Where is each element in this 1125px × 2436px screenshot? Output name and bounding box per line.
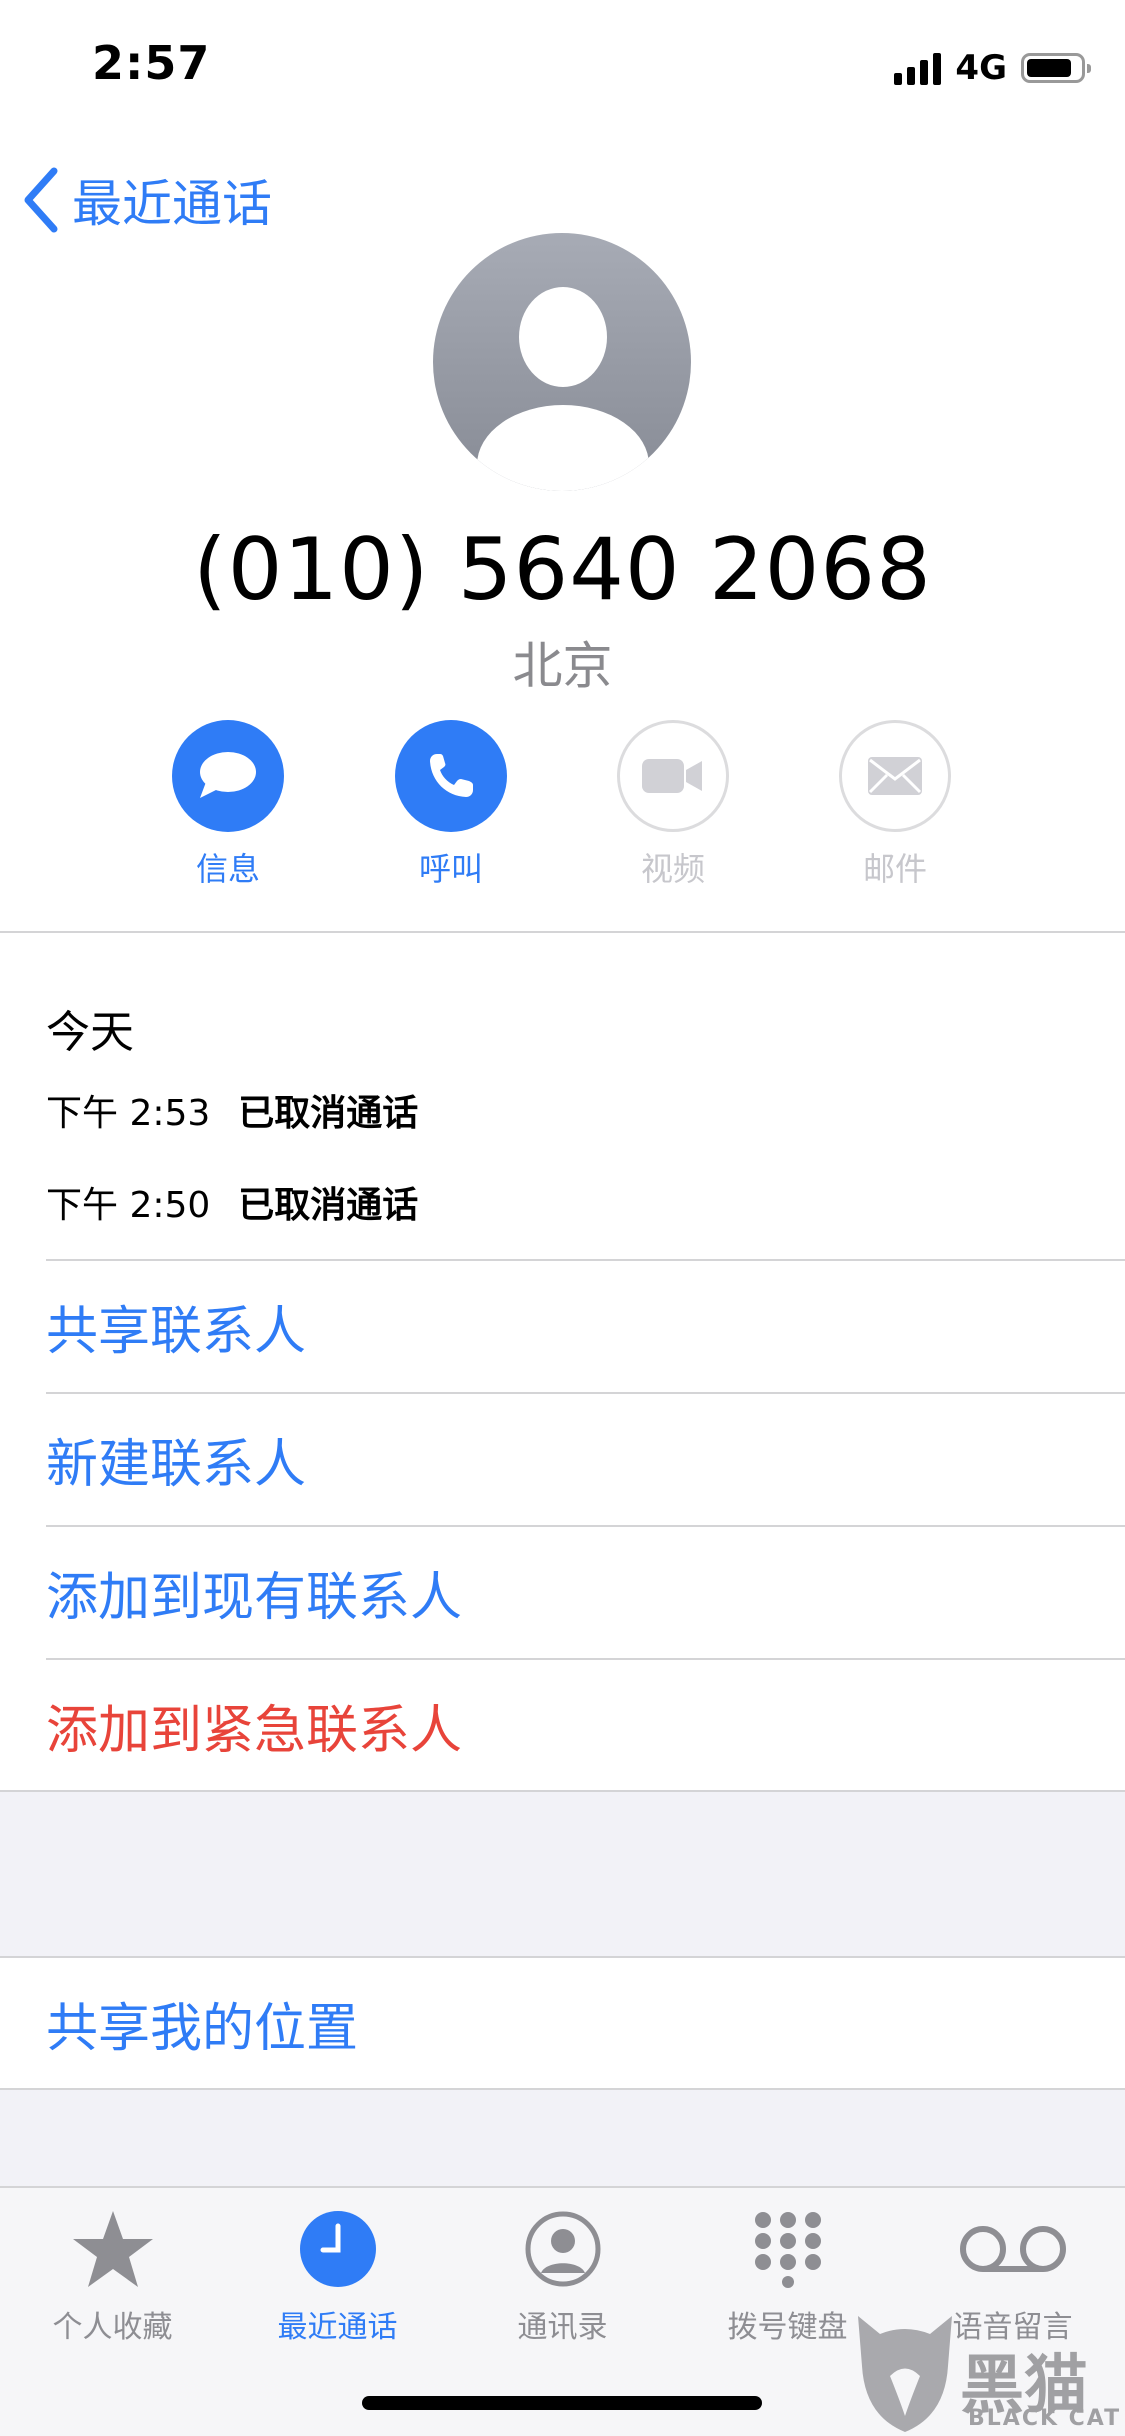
battery-level	[1027, 59, 1072, 77]
call-status: 已取消通话	[238, 1093, 419, 1134]
message-button[interactable]: 信息	[172, 720, 284, 888]
mail-label: 邮件	[862, 850, 927, 888]
phone-number: (010) 5640 2068	[193, 520, 932, 620]
watermark-subtext: BLACK CAT	[968, 2406, 1122, 2431]
tab-label: 最近通话	[277, 2310, 398, 2345]
mail-button[interactable]: 邮件	[839, 720, 951, 888]
back-label: 最近通话	[72, 175, 272, 233]
cat-logo-icon	[858, 2316, 952, 2432]
tab-contacts[interactable]: 通讯录	[450, 2206, 675, 2346]
history-date-heading: 今天	[46, 1007, 134, 1058]
divider	[0, 2088, 1125, 2090]
watermark-logo: 黑猫 BLACK CAT	[850, 2306, 1125, 2436]
video-label: 视频	[640, 850, 705, 888]
contacts-icon	[450, 2206, 675, 2292]
star-icon	[0, 2206, 225, 2292]
avatar	[433, 233, 691, 491]
voicemail-icon	[900, 2206, 1125, 2292]
mail-icon	[839, 720, 951, 832]
message-label: 信息	[195, 850, 260, 888]
clock-icon	[225, 2206, 450, 2292]
share-contact-option[interactable]: 共享联系人	[0, 1261, 1125, 1391]
video-button[interactable]: 视频	[617, 720, 729, 888]
signal-icon	[894, 51, 942, 85]
call-status: 已取消通话	[238, 1185, 419, 1226]
tab-recents[interactable]: 最近通话	[225, 2206, 450, 2346]
divider	[0, 931, 1125, 933]
call-time: 下午 2:50	[46, 1185, 211, 1226]
phone-icon	[395, 720, 507, 832]
tab-label: 通讯录	[517, 2310, 608, 2345]
call-record: 下午 2:50 已取消通话	[46, 1176, 418, 1228]
add-to-existing-contact-option[interactable]: 添加到现有联系人	[0, 1527, 1125, 1657]
call-record: 下午 2:53 已取消通话	[46, 1084, 418, 1136]
new-contact-option[interactable]: 新建联系人	[0, 1394, 1125, 1524]
phone-screen: 2:57 4G 最近通话 (010) 5640 2068 北京 信息 呼叫 视频…	[0, 0, 1125, 2436]
home-indicator[interactable]	[362, 2396, 762, 2410]
battery-icon	[1021, 53, 1091, 83]
call-button[interactable]: 呼叫	[395, 720, 507, 888]
message-icon	[172, 720, 284, 832]
tab-favorites[interactable]: 个人收藏	[0, 2206, 225, 2346]
network-type: 4G	[955, 48, 1007, 88]
add-to-emergency-contact-option[interactable]: 添加到紧急联系人	[0, 1660, 1125, 1790]
location-label: 北京	[512, 637, 613, 695]
status-time: 2:57	[92, 36, 211, 90]
tab-label: 个人收藏	[52, 2310, 173, 2345]
call-label: 呼叫	[418, 850, 483, 888]
back-button[interactable]: 最近通话	[22, 160, 272, 240]
section-spacer	[0, 1792, 1125, 1956]
video-icon	[617, 720, 729, 832]
keypad-icon	[675, 2206, 900, 2292]
share-my-location-option[interactable]: 共享我的位置	[0, 1958, 1125, 2088]
status-indicators: 4G	[894, 48, 1091, 88]
chevron-left-icon	[22, 167, 58, 233]
call-time: 下午 2:53	[46, 1093, 211, 1134]
